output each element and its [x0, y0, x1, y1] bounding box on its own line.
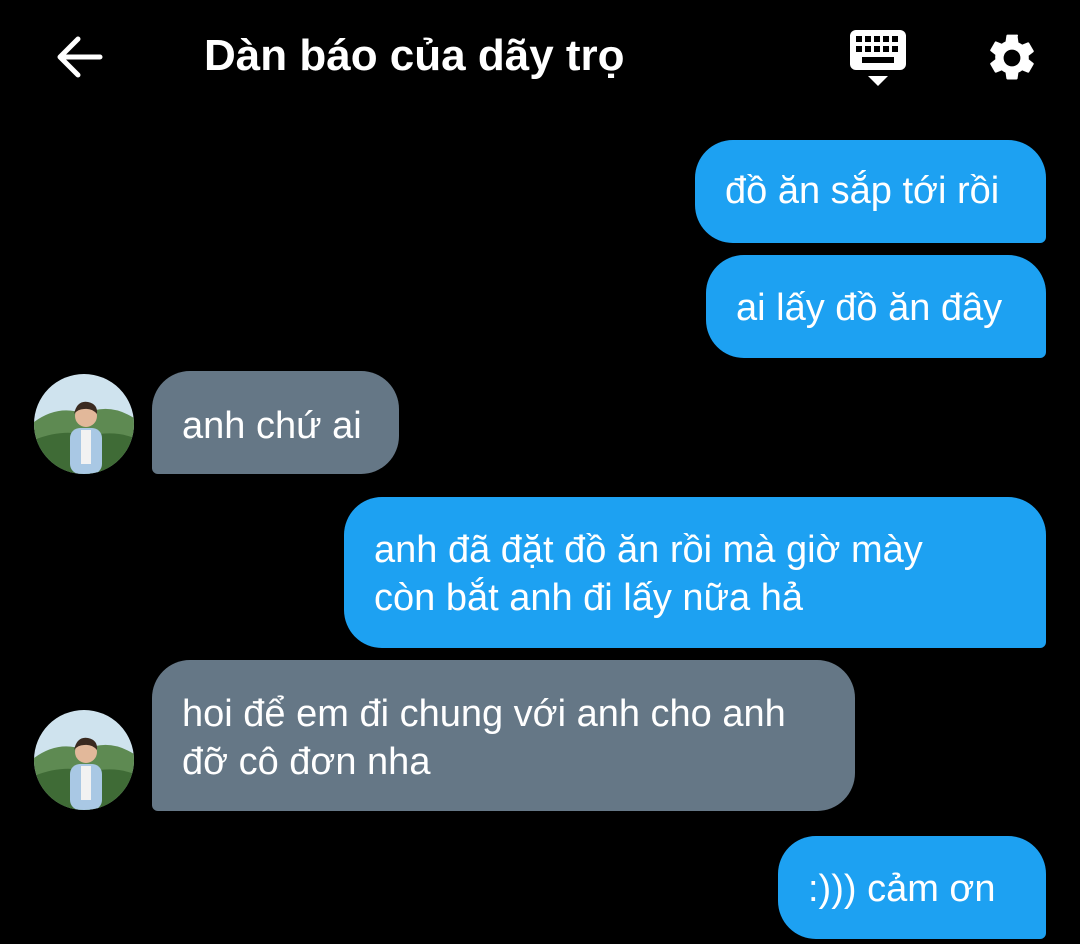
message-text: anh chứ ai	[182, 405, 362, 447]
message-text-line: đỡ cô đơn nha	[182, 741, 431, 783]
gear-icon[interactable]	[984, 30, 1040, 86]
message-text-line: hoi để em đi chung với anh cho anh	[182, 693, 786, 735]
message-text-line: anh đã đặt đồ ăn rồi mà giờ mày	[374, 529, 923, 571]
avatar[interactable]	[34, 374, 134, 474]
sent-message-bubble[interactable]: ai lấy đồ ăn đây	[706, 255, 1046, 358]
message-text: đồ ăn sắp tới rồi	[725, 170, 1000, 212]
received-message-bubble[interactable]: hoi để em đi chung với anh cho anh đỡ cô…	[152, 660, 855, 811]
chat-title: Dàn báo của dãy trọ	[204, 31, 625, 80]
sent-message-bubble[interactable]: :))) cảm ơn	[778, 836, 1046, 939]
message-text: :))) cảm ơn	[808, 868, 996, 910]
sent-message-bubble[interactable]: anh đã đặt đồ ăn rồi mà giờ mày còn bắt …	[344, 497, 1046, 648]
keyboard-icon[interactable]	[846, 28, 910, 90]
top-bar: Dàn báo của dãy trọ	[0, 0, 1080, 112]
received-message-bubble[interactable]: anh chứ ai	[152, 371, 399, 474]
avatar[interactable]	[34, 710, 134, 810]
arrow-left-icon[interactable]	[52, 30, 106, 84]
sent-message-bubble[interactable]: đồ ăn sắp tới rồi	[695, 140, 1046, 243]
message-text-line: còn bắt anh đi lấy nữa hả	[374, 577, 803, 619]
message-text: ai lấy đồ ăn đây	[736, 287, 1003, 329]
